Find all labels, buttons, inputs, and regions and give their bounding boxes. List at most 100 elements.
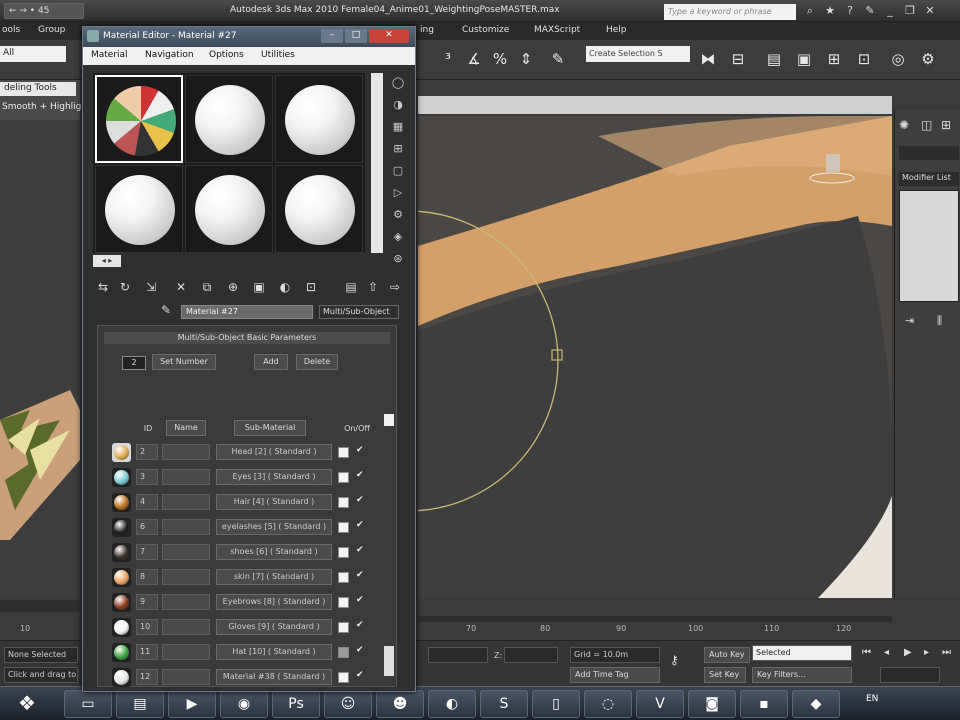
selection-filter-dropdown[interactable]: All [0,46,66,62]
set-key-button[interactable]: Set Key [704,667,746,683]
next-frame-icon[interactable]: ▸ [924,647,929,658]
spinner-snap-icon[interactable]: ⇕ [514,48,538,70]
select-by-material-icon[interactable]: ◈ [390,229,406,245]
delete-button[interactable]: Delete [296,354,338,370]
modifier-list-dropdown[interactable]: Modifier List [899,172,959,186]
submaterial-scrollbar[interactable] [384,414,394,682]
reset-map-icon[interactable]: ✕ [171,277,191,297]
object-name-field[interactable] [899,146,959,160]
name-field[interactable] [162,619,210,635]
help-icon[interactable]: ? [842,3,858,19]
schematic-view-icon[interactable]: ⊡ [852,48,876,70]
id-field[interactable]: 3 [136,469,158,485]
taskbar-3dsmax-icon[interactable]: ◙ [688,690,736,718]
material-swatch[interactable] [112,518,131,537]
backlight-icon[interactable]: ◑ [390,97,406,113]
add-time-tag-button[interactable]: Add Time Tag [570,667,660,683]
material-effects-channel-icon[interactable]: ◐ [275,277,295,297]
id-field[interactable]: 8 [136,569,158,585]
perspective-viewport[interactable] [418,116,892,598]
name-field[interactable] [162,444,210,460]
sub-material-count[interactable]: 2 [122,356,146,370]
onoff-checkbox[interactable] [338,572,349,583]
language-indicator[interactable]: EN [866,694,878,704]
video-check-icon[interactable]: ▢ [390,163,406,179]
id-field[interactable]: 9 [136,594,158,610]
make-unique-icon[interactable]: ⊕ [223,277,243,297]
table-row[interactable]: 10 Gloves [9] ( Standard ) ✔ [108,615,390,640]
taskbar-app-icon[interactable]: ◌ [584,690,632,718]
key-filters-button[interactable]: Key Filters... [752,667,852,683]
onoff-checkbox[interactable] [338,547,349,558]
submaterial-button[interactable]: skin [7] ( Standard ) [216,569,332,585]
put-to-library-icon[interactable]: ▣ [249,277,269,297]
submaterial-button[interactable]: eyelashes [5] ( Standard ) [216,519,332,535]
table-row[interactable]: 7 shoes [6] ( Standard ) ✔ [108,540,390,565]
name-field[interactable] [162,594,210,610]
material-swatch[interactable] [112,468,131,487]
scroll-up-button[interactable] [384,414,394,426]
taskbar-skype-icon[interactable]: S [480,690,528,718]
table-row[interactable]: 3 Eyes [3] ( Standard ) ✔ [108,465,390,490]
time-slider[interactable] [0,600,80,612]
menu-group[interactable]: Group [38,25,65,35]
onoff-checkbox[interactable] [338,597,349,608]
id-field[interactable]: 7 [136,544,158,560]
go-forward-icon[interactable]: ⇨ [385,277,405,297]
submaterial-button[interactable]: shoes [6] ( Standard ) [216,544,332,560]
go-to-end-icon[interactable]: ⏭ [942,647,951,658]
id-field[interactable]: 11 [136,644,158,660]
modify-tab-icon[interactable]: ◫ [921,118,932,132]
submaterial-button[interactable]: Hat [10] ( Standard ) [216,644,332,660]
track-bar[interactable] [418,616,892,622]
material-swatch[interactable] [112,443,131,462]
submaterial-button[interactable]: Head [2] ( Standard ) [216,444,332,460]
align-icon[interactable]: ⊟ [726,48,750,70]
copy-material-icon[interactable]: ⧉ [197,277,217,297]
name-field[interactable] [162,644,210,660]
angle-snap-icon[interactable]: ∡ [462,48,486,70]
taskbar-media-player-icon[interactable]: ▶ [168,690,216,718]
close-button[interactable]: ✕ [369,29,409,43]
id-field[interactable]: 2 [136,444,158,460]
named-selection-icon[interactable]: ✎ [546,48,570,70]
eyedropper-icon[interactable]: ✎ [161,303,171,317]
menu-animation[interactable]: ing [420,25,434,35]
scroll-thumb[interactable] [384,646,394,676]
graphite-tools-icon[interactable]: ▣ [792,48,816,70]
menu-help[interactable]: Help [606,25,627,35]
taskbar-recorder-icon[interactable]: ◆ [792,690,840,718]
rollout-title[interactable]: Multi/Sub-Object Basic Parameters [104,332,390,344]
go-to-parent-icon[interactable]: ⇧ [363,277,383,297]
play-icon[interactable]: ▶ [904,647,912,658]
menu-navigation[interactable]: Navigation [145,50,194,60]
taskbar-chrome-icon[interactable]: ◉ [220,690,268,718]
name-field[interactable] [162,469,210,485]
submaterial-button[interactable]: Eyebrows [8] ( Standard ) [216,594,332,610]
material-swatch[interactable] [112,618,131,637]
mirror-icon[interactable]: ⧓ [696,48,720,70]
sample-type-icon[interactable]: ◯ [390,75,406,91]
make-preview-icon[interactable]: ▷ [390,185,406,201]
material-swatch[interactable] [112,568,131,587]
taskbar-photoshop-icon[interactable]: Ps [272,690,320,718]
column-header-name[interactable]: Name [166,420,206,436]
add-button[interactable]: Add [254,354,288,370]
layer-manager-icon[interactable]: ▤ [762,48,786,70]
table-row[interactable]: 6 eyelashes [5] ( Standard ) ✔ [108,515,390,540]
onoff-checkbox[interactable] [338,447,349,458]
show-end-result-icon[interactable]: ▤ [341,277,361,297]
start-button-icon[interactable]: ❖ [18,691,36,715]
taskbar-notes-icon[interactable]: ▯ [532,690,580,718]
material-navigator-icon[interactable]: ⊛ [390,251,406,267]
material-swatch[interactable] [112,643,131,662]
name-field[interactable] [162,569,210,585]
material-editor-icon[interactable]: ◎ [886,48,910,70]
material-type-button[interactable]: Multi/Sub-Object [319,305,399,319]
menu-utilities[interactable]: Utilities [261,50,295,60]
column-header-submaterial[interactable]: Sub-Material [234,420,306,436]
z-coordinate-field[interactable] [504,647,558,663]
uv-tiling-icon[interactable]: ⊞ [390,141,406,157]
sample-slot[interactable] [95,165,183,253]
name-field[interactable] [162,519,210,535]
